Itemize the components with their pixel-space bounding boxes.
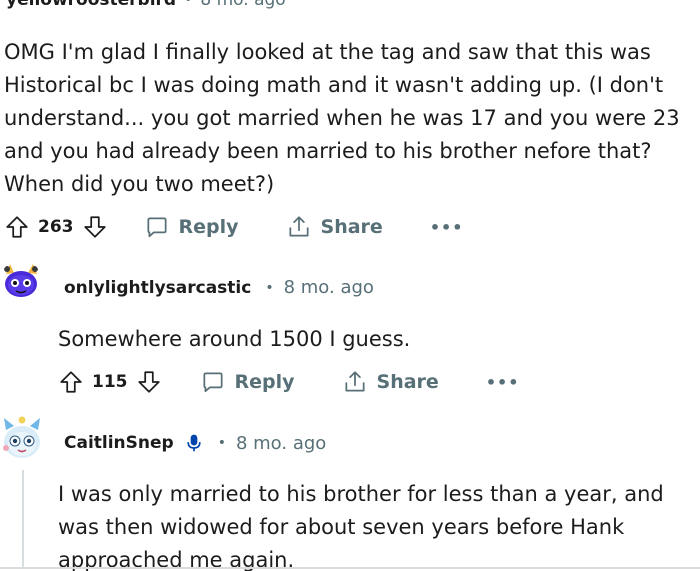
snoo-avatar-icon xyxy=(0,260,42,302)
reply1-comment-text: Somewhere around 1500 I guess. xyxy=(58,327,411,351)
share-icon xyxy=(288,216,309,237)
avatar-onlylightlysarcastic[interactable] xyxy=(0,260,42,302)
bottom-divider xyxy=(0,567,700,569)
reply1-reply-button[interactable]: Reply xyxy=(200,369,295,395)
separator-dot: • xyxy=(217,435,226,451)
reply2-comment-text: I was only married to his brother for le… xyxy=(58,482,664,571)
parent-author[interactable]: yellowroosterbird xyxy=(6,0,176,10)
reply1-share-button[interactable]: Share xyxy=(342,369,439,395)
op-microphone-icon xyxy=(187,434,201,452)
upvote-icon[interactable] xyxy=(58,369,84,395)
parent-vote: 263 xyxy=(4,214,108,240)
reply2-timestamp[interactable]: 8 mo. ago xyxy=(236,433,326,454)
parent-comment-text: OMG I'm glad I finally looked at the tag… xyxy=(4,40,680,196)
parent-comment-meta: yellowroosterbird • 8 mo. ago xyxy=(6,0,286,12)
downvote-icon[interactable] xyxy=(136,369,162,395)
parent-action-bar: 263 Reply Share ••• xyxy=(4,207,464,247)
share-icon xyxy=(344,371,365,392)
parent-more-button[interactable]: ••• xyxy=(430,218,464,237)
reply1-author[interactable]: onlylightlysarcastic xyxy=(64,278,251,298)
parent-share-button[interactable]: Share xyxy=(286,214,383,240)
separator-dot: • xyxy=(265,279,274,296)
avatar-caitlinsnep[interactable] xyxy=(0,414,44,466)
reply-icon xyxy=(202,372,223,393)
reply2-author[interactable]: CaitlinSnep xyxy=(64,433,174,453)
parent-timestamp[interactable]: 8 mo. ago xyxy=(200,0,285,10)
reply1-action-bar: 115 Reply Share ••• xyxy=(58,362,520,402)
parent-reply-button[interactable]: Reply xyxy=(144,214,239,240)
upvote-icon[interactable] xyxy=(4,214,30,240)
reply1-vote-count: 115 xyxy=(92,372,128,392)
reply-label: Reply xyxy=(178,216,239,238)
reply2-meta: CaitlinSnep • 8 mo. ago xyxy=(64,432,326,454)
parent-vote-count: 263 xyxy=(38,217,74,237)
snoo-avatar-icon xyxy=(0,414,44,466)
share-label: Share xyxy=(320,216,383,238)
separator-dot: • xyxy=(184,0,193,8)
share-label: Share xyxy=(376,371,439,393)
reply1-vote: 115 xyxy=(58,369,162,395)
reply1-more-button[interactable]: ••• xyxy=(486,373,520,392)
thread-line[interactable] xyxy=(22,470,24,567)
reply1-meta: onlylightlysarcastic • 8 mo. ago xyxy=(64,277,374,298)
reply1-timestamp[interactable]: 8 mo. ago xyxy=(284,277,374,298)
downvote-icon[interactable] xyxy=(82,214,108,240)
reply-label: Reply xyxy=(234,371,295,393)
reply-icon xyxy=(146,217,167,238)
